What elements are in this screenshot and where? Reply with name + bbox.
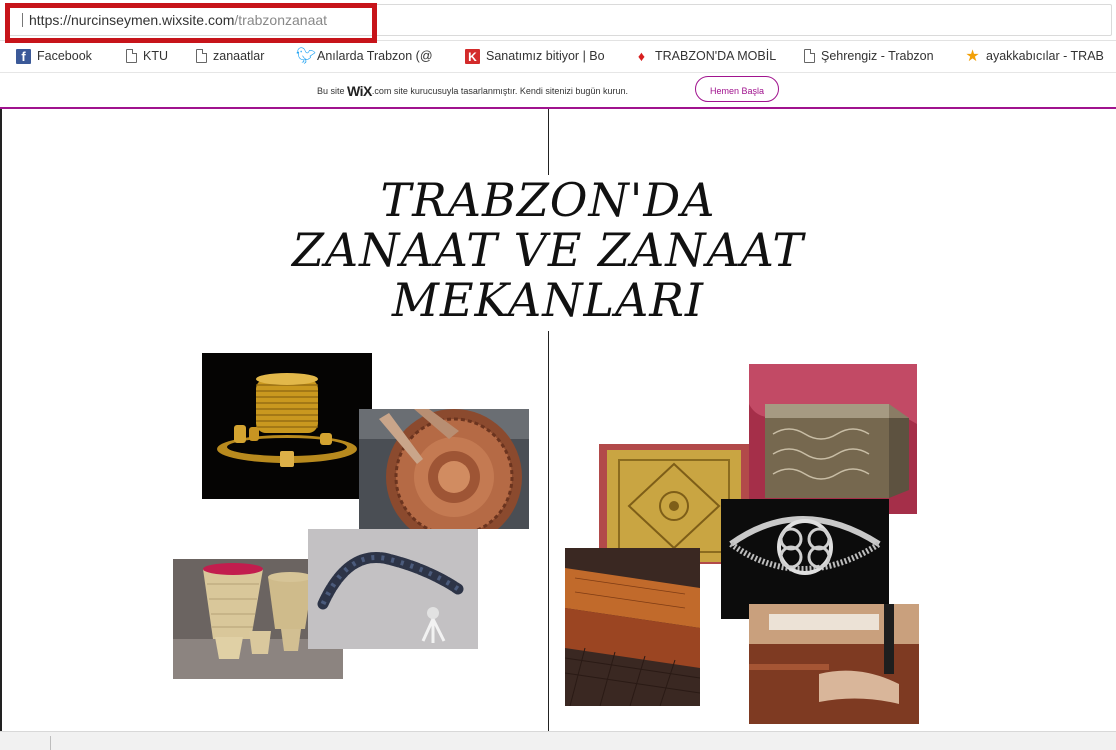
- k-icon: K: [465, 48, 480, 64]
- page-title: TRABZON'DA ZANAAT VE ZANAAT MEKANLARI: [252, 175, 844, 325]
- bookmark-facebook[interactable]: f Facebook: [16, 46, 92, 66]
- wix-banner: Bu site WiX.com site kurucusuyla tasarla…: [0, 72, 1116, 110]
- bookmark-label: KTU: [143, 49, 168, 63]
- page-icon: [196, 49, 207, 63]
- scrollbar-divider: [50, 736, 51, 750]
- ornate-box-photo: [749, 364, 917, 514]
- copper-plate-photo: [359, 409, 529, 529]
- start-now-button[interactable]: Hemen Başla: [695, 76, 779, 102]
- bookmarks-bar: f Facebook KTU zanaatlar 🐦︎ Anılarda Tra…: [0, 44, 1116, 68]
- twitter-icon: 🐦︎: [296, 47, 317, 65]
- divider-line-top: [548, 109, 549, 175]
- silver-bracelet-photo: [721, 499, 889, 619]
- bookmark-label: zanaatlar: [213, 49, 265, 63]
- bookmark-zanaatlar[interactable]: zanaatlar: [196, 46, 264, 66]
- title-line-3: MEKANLARI: [391, 273, 705, 327]
- leather-photo: [565, 548, 700, 706]
- bookmark-ktu[interactable]: KTU: [126, 46, 168, 66]
- wix-banner-message: Bu site WiX.com site kurucusuyla tasarla…: [317, 83, 628, 99]
- prayer-beads-photo: [308, 529, 478, 649]
- bottom-scrollbar[interactable]: [0, 731, 1116, 750]
- bookmark-sehrengiz[interactable]: Şehrengiz - Trabzon: [804, 46, 934, 66]
- bookmark-label: TRABZON'DA MOBİL: [655, 49, 777, 63]
- wix-logo: WiX: [347, 83, 372, 99]
- sewing-photo: [749, 604, 919, 724]
- bookmark-label: ayakkabıcılar - TRAB: [986, 49, 1104, 63]
- bookmark-anilarda-trabzon[interactable]: 🐦︎ Anılarda Trabzon (@: [296, 46, 433, 66]
- bookmark-ayakkabicilar[interactable]: ★ ayakkabıcılar - TRAB: [965, 46, 1104, 66]
- bookmark-label: Anılarda Trabzon (@: [317, 49, 433, 63]
- page-content: TRABZON'DA ZANAAT VE ZANAAT MEKANLARI: [0, 109, 1116, 731]
- bookmark-label: Sanatımız bitiyor | Bo: [486, 49, 605, 63]
- bookmark-label: Facebook: [37, 49, 92, 63]
- star-icon: ★: [965, 47, 980, 65]
- gold-jewelry-photo: [202, 353, 372, 499]
- title-line-2: ZANAAT VE ZANAAT: [291, 223, 805, 277]
- title-line-1: TRABZON'DA: [380, 173, 716, 227]
- facebook-icon: f: [16, 48, 31, 64]
- page-icon: [804, 49, 815, 63]
- wix-suffix: .com site kurucusuyla tasarlanmıştır. Ke…: [371, 86, 628, 96]
- divider-line-bottom: [548, 331, 549, 731]
- url-highlight-box: [5, 3, 377, 43]
- wix-prefix: Bu site: [317, 86, 348, 96]
- bookmark-sanatimiz[interactable]: K Sanatımız bitiyor | Bo: [465, 46, 605, 66]
- flame-icon: ♦: [637, 47, 646, 64]
- bookmark-trabzonda-mobil[interactable]: ♦ TRABZON'DA MOBİL: [634, 46, 776, 66]
- page-icon: [126, 49, 137, 63]
- bookmark-label: Şehrengiz - Trabzon: [821, 49, 934, 63]
- address-bar: https://nurcinseymen.wixsite.com/trabzon…: [0, 0, 1116, 43]
